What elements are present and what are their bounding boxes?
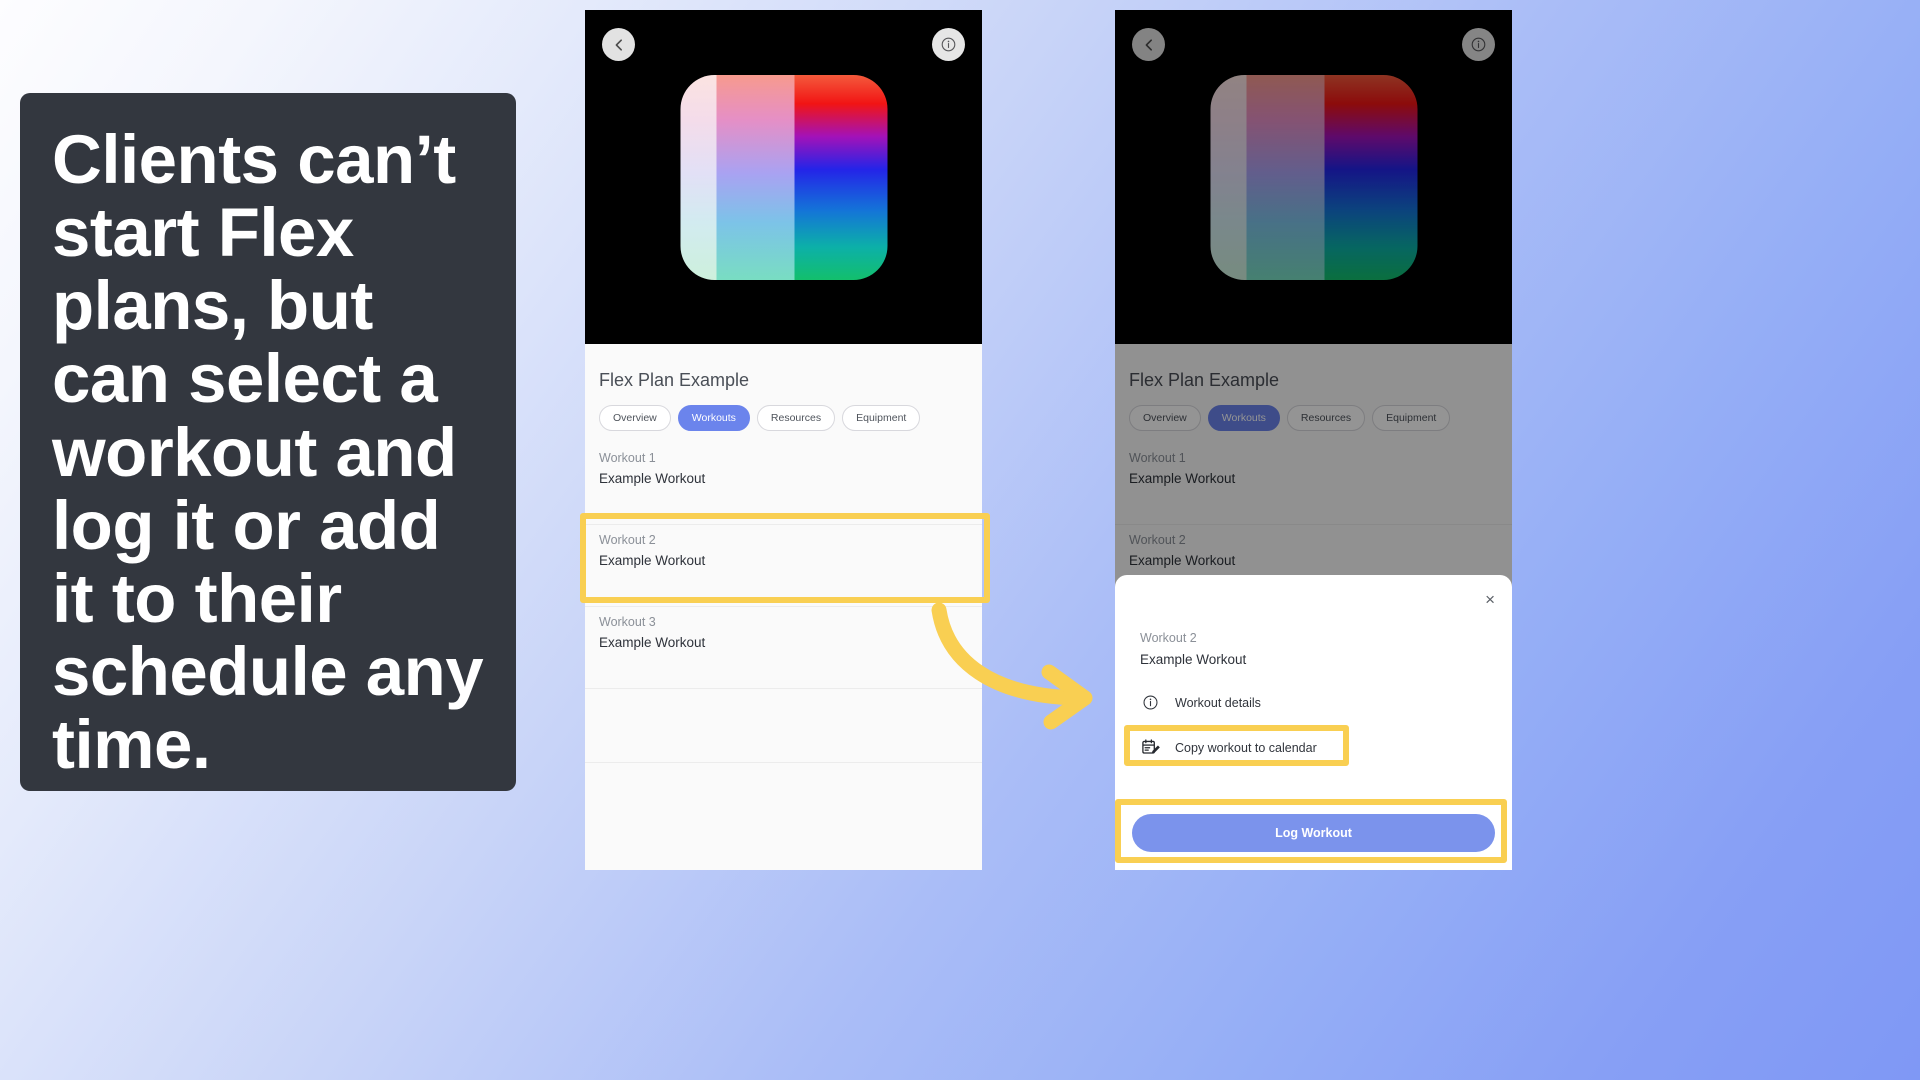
workout-name: Example Workout bbox=[599, 635, 706, 650]
workout-number: Workout 1 bbox=[599, 451, 656, 465]
tab-workouts[interactable]: Workouts bbox=[677, 405, 750, 431]
info-circle-icon bbox=[941, 37, 956, 52]
page-title: Flex Plan Example bbox=[599, 370, 750, 390]
tab-equipment[interactable]: Equipment bbox=[842, 405, 921, 431]
tab-bar: Overview Workouts Resources Equipment bbox=[585, 391, 982, 431]
copy-to-calendar-action[interactable]: Copy workout to calendar bbox=[1140, 731, 1487, 764]
plan-hero-image bbox=[585, 10, 982, 344]
workout-number: Workout 2 bbox=[599, 533, 656, 547]
phone-screen-plan-list: Flex Plan Example Overview Workouts Reso… bbox=[585, 10, 982, 870]
info-circle-icon bbox=[1140, 694, 1160, 711]
workout-name: Example Workout bbox=[599, 553, 706, 568]
log-workout-button[interactable]: Log Workout bbox=[1132, 814, 1495, 852]
copy-to-calendar-label: Copy workout to calendar bbox=[1175, 740, 1317, 755]
sheet-workout-number: Workout 2 bbox=[1140, 631, 1197, 645]
workout-details-action[interactable]: Workout details bbox=[1140, 686, 1487, 719]
workout-list-item[interactable]: Workout 1 Example Workout bbox=[585, 443, 982, 525]
phone-screen-workout-sheet: Flex Plan Example Overview Workouts Reso… bbox=[1115, 10, 1512, 870]
workout-list-item[interactable]: Workout 3 Example Workout bbox=[585, 607, 982, 689]
tab-overview[interactable]: Overview bbox=[599, 405, 671, 431]
workout-details-label: Workout details bbox=[1175, 695, 1261, 710]
workout-list-item[interactable]: Workout 2 Example Workout bbox=[585, 525, 982, 607]
quote-card: Clients can’t start Flex plans, but can … bbox=[20, 93, 516, 791]
plan-body: Flex Plan Example Overview Workouts Reso… bbox=[585, 344, 982, 870]
chevron-left-icon bbox=[615, 38, 622, 51]
workout-name: Example Workout bbox=[599, 471, 706, 486]
flex-chevron-logo bbox=[676, 65, 891, 289]
quote-text: Clients can’t start Flex plans, but can … bbox=[52, 121, 484, 783]
sheet-workout-name: Example Workout bbox=[1140, 652, 1247, 667]
info-button[interactable] bbox=[932, 28, 965, 61]
tab-resources[interactable]: Resources bbox=[756, 405, 836, 431]
workout-list: Workout 1 Example Workout Workout 2 Exam… bbox=[585, 443, 982, 763]
workout-number: Workout 3 bbox=[599, 615, 656, 629]
workout-list-spacer bbox=[585, 689, 982, 763]
calendar-edit-icon bbox=[1140, 738, 1160, 757]
workout-action-sheet: × Workout 2 Example Workout Workout deta… bbox=[1115, 575, 1512, 870]
close-icon[interactable]: × bbox=[1485, 591, 1495, 608]
back-button[interactable] bbox=[602, 28, 635, 61]
